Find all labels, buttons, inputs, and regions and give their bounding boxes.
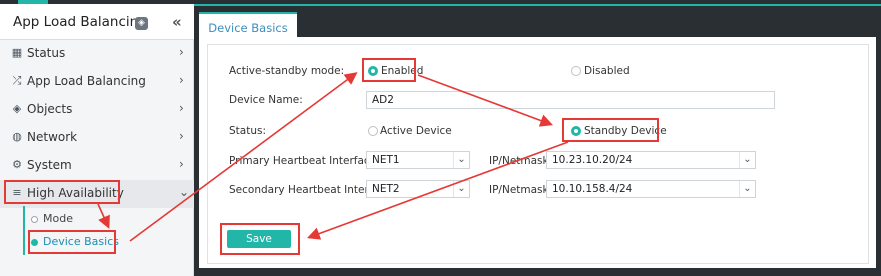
sidebar-header: App Load Balancing ◈ « [0,4,194,40]
collapse-icon[interactable]: « [172,13,182,31]
form-panel [207,44,869,264]
primary-ip-label: IP/Netmask: [489,155,553,167]
sidebar-item-network[interactable]: ◍ Network › [0,124,194,152]
status-active-label[interactable]: Active Device [380,125,452,137]
chevron-right-icon: › [179,101,184,115]
sidebar-item-app-load-balancing[interactable]: ⤮ App Load Balancing › [0,68,194,96]
bullet-active-icon [31,239,38,246]
shuffle-icon: ⤮ [12,74,22,87]
sidebar-item-label: Status [27,46,66,60]
sidebar-item-label: Objects [27,102,73,116]
chevron-down-icon: ⌄ [739,152,755,168]
primary-heartbeat-select[interactable]: NET1 ⌄ [366,151,470,169]
secondary-ip-value: 10.10.158.4/24 [552,183,633,195]
status-standby-radio[interactable] [571,126,581,136]
sidebar-item-label: Network [27,130,78,144]
app-title: App Load Balancing [13,14,147,30]
sidebar-item-system[interactable]: ⚙ System › [0,152,194,180]
chevron-down-icon: ⌄ [179,185,190,199]
secondary-heartbeat-value: NET2 [372,183,400,195]
secondary-heartbeat-select[interactable]: NET2 ⌄ [366,180,470,198]
chevron-right-icon: › [179,129,184,143]
primary-ip-value: 10.23.10.20/24 [552,154,633,166]
globe-icon: ◍ [12,130,22,143]
status-label: Status: [229,125,266,137]
chevron-down-icon: ⌄ [453,181,469,197]
sidebar-item-objects[interactable]: ◈ Objects › [0,96,194,124]
subitem-rail [23,229,25,255]
mode-enabled-label[interactable]: Enabled [381,65,423,77]
tab-device-basics[interactable]: Device Basics [199,12,297,40]
sidebar: App Load Balancing ◈ « ▦ Status › ⤮ App … [0,0,194,276]
sidebar-item-label: High Availability [27,186,124,200]
primary-heartbeat-value: NET1 [372,154,400,166]
chevron-right-icon: › [179,157,184,171]
device-name-input[interactable]: AD2 [366,91,775,109]
secondary-ip-select[interactable]: 10.10.158.4/24 ⌄ [546,180,756,198]
top-accent-line [194,4,881,6]
primary-ip-select[interactable]: 10.23.10.20/24 ⌄ [546,151,756,169]
mode-disabled-label[interactable]: Disabled [584,65,630,77]
device-name-label: Device Name: [229,94,303,106]
grid-icon: ▦ [11,46,23,59]
secondary-ip-label: IP/Netmask: [489,184,553,196]
bullet-icon [31,216,38,223]
chevron-right-icon: › [179,73,184,87]
layers-icon: ◈ [12,102,22,115]
sidebar-subitem-label: Device Basics [43,235,119,248]
status-standby-label[interactable]: Standby Device [584,125,667,137]
gear-icon: ⚙ [12,158,22,171]
save-button[interactable]: Save [227,230,291,248]
mode-label: Active-standby mode: [229,65,345,77]
app-switch-icon[interactable]: ◈ [135,17,148,30]
status-active-radio[interactable] [368,126,378,136]
sidebar-subitem-label: Mode [43,212,73,225]
chevron-right-icon: › [179,45,184,59]
sidebar-item-label: App Load Balancing [27,74,146,88]
primary-heartbeat-label: Primary Heartbeat Interface: [229,155,380,167]
chevron-down-icon: ⌄ [453,152,469,168]
mode-enabled-radio[interactable] [368,66,378,76]
mode-disabled-radio[interactable] [571,66,581,76]
list-icon: ≡ [12,186,22,199]
sidebar-item-status[interactable]: ▦ Status › [0,40,194,68]
sidebar-item-label: System [27,158,72,172]
sidebar-subitem-device-basics[interactable]: Device Basics [0,229,194,255]
chevron-down-icon: ⌄ [739,181,755,197]
sidebar-item-high-availability[interactable]: ≡ High Availability ⌄ [0,180,194,208]
